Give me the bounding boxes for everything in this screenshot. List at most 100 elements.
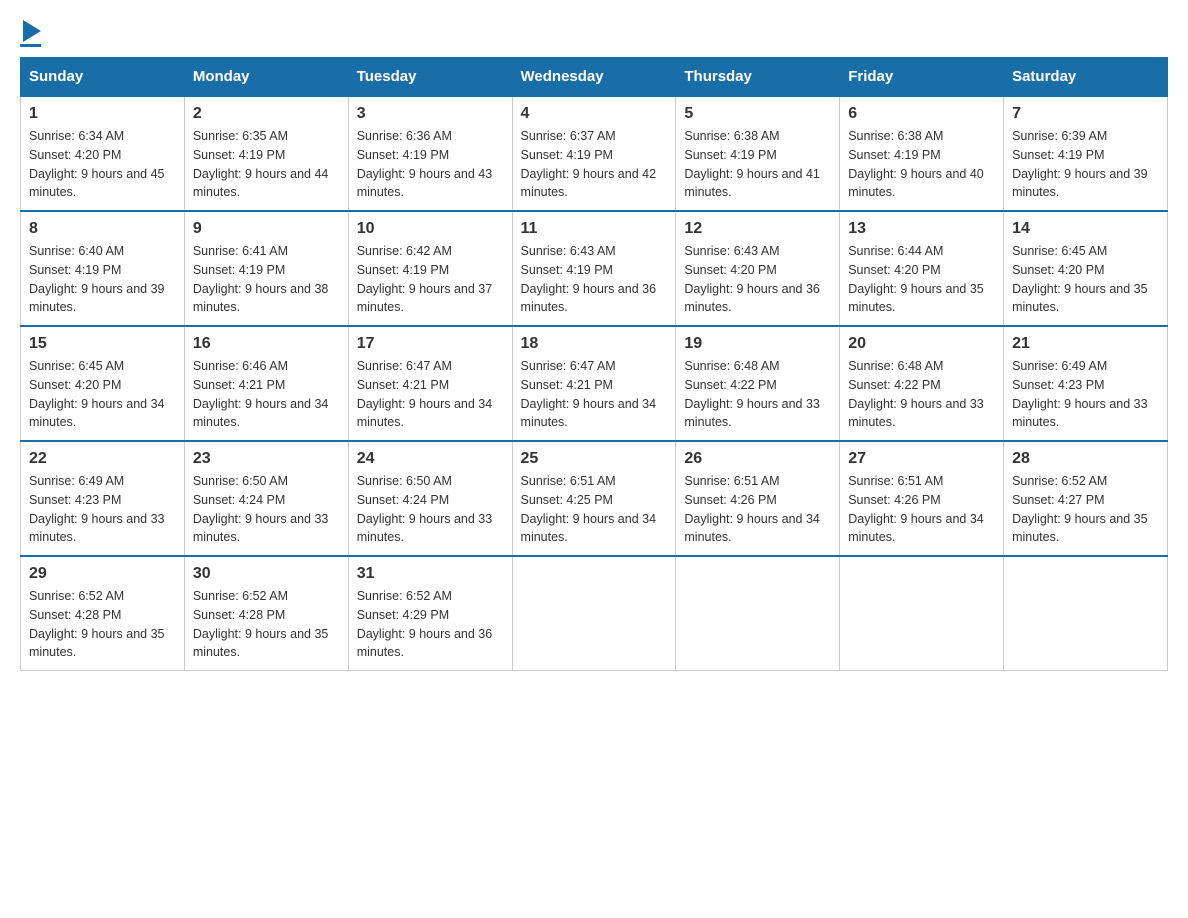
- day-number: 29: [29, 565, 176, 583]
- calendar-day-cell: 15 Sunrise: 6:45 AMSunset: 4:20 PMDaylig…: [21, 326, 185, 441]
- calendar-day-cell: 5 Sunrise: 6:38 AMSunset: 4:19 PMDayligh…: [676, 96, 840, 211]
- calendar-day-cell: 24 Sunrise: 6:50 AMSunset: 4:24 PMDaylig…: [348, 441, 512, 556]
- day-info: Sunrise: 6:52 AMSunset: 4:27 PMDaylight:…: [1012, 474, 1148, 544]
- logo: [20, 20, 41, 47]
- day-number: 26: [684, 450, 831, 468]
- calendar-day-cell: 9 Sunrise: 6:41 AMSunset: 4:19 PMDayligh…: [184, 211, 348, 326]
- calendar-day-cell: 2 Sunrise: 6:35 AMSunset: 4:19 PMDayligh…: [184, 96, 348, 211]
- day-number: 10: [357, 220, 504, 238]
- weekday-header-saturday: Saturday: [1004, 58, 1168, 97]
- day-info: Sunrise: 6:38 AMSunset: 4:19 PMDaylight:…: [684, 129, 820, 199]
- calendar-day-cell: 11 Sunrise: 6:43 AMSunset: 4:19 PMDaylig…: [512, 211, 676, 326]
- calendar-day-cell: 29 Sunrise: 6:52 AMSunset: 4:28 PMDaylig…: [21, 556, 185, 671]
- day-number: 28: [1012, 450, 1159, 468]
- day-info: Sunrise: 6:51 AMSunset: 4:26 PMDaylight:…: [848, 474, 984, 544]
- day-number: 9: [193, 220, 340, 238]
- calendar-day-cell: 10 Sunrise: 6:42 AMSunset: 4:19 PMDaylig…: [348, 211, 512, 326]
- day-number: 6: [848, 105, 995, 123]
- calendar-day-cell: 20 Sunrise: 6:48 AMSunset: 4:22 PMDaylig…: [840, 326, 1004, 441]
- day-number: 5: [684, 105, 831, 123]
- calendar-day-cell: [840, 556, 1004, 671]
- weekday-header-tuesday: Tuesday: [348, 58, 512, 97]
- logo-underline: [20, 44, 41, 47]
- calendar-week-row: 15 Sunrise: 6:45 AMSunset: 4:20 PMDaylig…: [21, 326, 1168, 441]
- calendar-day-cell: 21 Sunrise: 6:49 AMSunset: 4:23 PMDaylig…: [1004, 326, 1168, 441]
- calendar-day-cell: 31 Sunrise: 6:52 AMSunset: 4:29 PMDaylig…: [348, 556, 512, 671]
- day-info: Sunrise: 6:52 AMSunset: 4:29 PMDaylight:…: [357, 589, 493, 659]
- calendar-day-cell: 14 Sunrise: 6:45 AMSunset: 4:20 PMDaylig…: [1004, 211, 1168, 326]
- calendar-day-cell: [512, 556, 676, 671]
- calendar-day-cell: 19 Sunrise: 6:48 AMSunset: 4:22 PMDaylig…: [676, 326, 840, 441]
- calendar-day-cell: 12 Sunrise: 6:43 AMSunset: 4:20 PMDaylig…: [676, 211, 840, 326]
- calendar-week-row: 8 Sunrise: 6:40 AMSunset: 4:19 PMDayligh…: [21, 211, 1168, 326]
- day-number: 17: [357, 335, 504, 353]
- day-info: Sunrise: 6:39 AMSunset: 4:19 PMDaylight:…: [1012, 129, 1148, 199]
- day-info: Sunrise: 6:49 AMSunset: 4:23 PMDaylight:…: [29, 474, 165, 544]
- day-info: Sunrise: 6:34 AMSunset: 4:20 PMDaylight:…: [29, 129, 165, 199]
- calendar-day-cell: [1004, 556, 1168, 671]
- day-info: Sunrise: 6:49 AMSunset: 4:23 PMDaylight:…: [1012, 359, 1148, 429]
- day-info: Sunrise: 6:52 AMSunset: 4:28 PMDaylight:…: [29, 589, 165, 659]
- day-number: 1: [29, 105, 176, 123]
- day-info: Sunrise: 6:45 AMSunset: 4:20 PMDaylight:…: [29, 359, 165, 429]
- day-number: 3: [357, 105, 504, 123]
- calendar-day-cell: 13 Sunrise: 6:44 AMSunset: 4:20 PMDaylig…: [840, 211, 1004, 326]
- calendar-day-cell: 25 Sunrise: 6:51 AMSunset: 4:25 PMDaylig…: [512, 441, 676, 556]
- weekday-header-wednesday: Wednesday: [512, 58, 676, 97]
- day-number: 19: [684, 335, 831, 353]
- day-info: Sunrise: 6:51 AMSunset: 4:26 PMDaylight:…: [684, 474, 820, 544]
- calendar-day-cell: [676, 556, 840, 671]
- day-number: 31: [357, 565, 504, 583]
- calendar-day-cell: 22 Sunrise: 6:49 AMSunset: 4:23 PMDaylig…: [21, 441, 185, 556]
- calendar-week-row: 29 Sunrise: 6:52 AMSunset: 4:28 PMDaylig…: [21, 556, 1168, 671]
- calendar-day-cell: 4 Sunrise: 6:37 AMSunset: 4:19 PMDayligh…: [512, 96, 676, 211]
- day-info: Sunrise: 6:50 AMSunset: 4:24 PMDaylight:…: [357, 474, 493, 544]
- day-info: Sunrise: 6:51 AMSunset: 4:25 PMDaylight:…: [521, 474, 657, 544]
- day-number: 27: [848, 450, 995, 468]
- day-number: 7: [1012, 105, 1159, 123]
- calendar-day-cell: 18 Sunrise: 6:47 AMSunset: 4:21 PMDaylig…: [512, 326, 676, 441]
- calendar-day-cell: 8 Sunrise: 6:40 AMSunset: 4:19 PMDayligh…: [21, 211, 185, 326]
- weekday-header-friday: Friday: [840, 58, 1004, 97]
- calendar-day-cell: 16 Sunrise: 6:46 AMSunset: 4:21 PMDaylig…: [184, 326, 348, 441]
- day-number: 15: [29, 335, 176, 353]
- calendar-week-row: 1 Sunrise: 6:34 AMSunset: 4:20 PMDayligh…: [21, 96, 1168, 211]
- calendar-day-cell: 17 Sunrise: 6:47 AMSunset: 4:21 PMDaylig…: [348, 326, 512, 441]
- day-number: 30: [193, 565, 340, 583]
- day-number: 2: [193, 105, 340, 123]
- day-info: Sunrise: 6:47 AMSunset: 4:21 PMDaylight:…: [521, 359, 657, 429]
- day-number: 20: [848, 335, 995, 353]
- weekday-header-thursday: Thursday: [676, 58, 840, 97]
- day-info: Sunrise: 6:52 AMSunset: 4:28 PMDaylight:…: [193, 589, 329, 659]
- day-number: 11: [521, 220, 668, 238]
- calendar-day-cell: 6 Sunrise: 6:38 AMSunset: 4:19 PMDayligh…: [840, 96, 1004, 211]
- calendar-table: SundayMondayTuesdayWednesdayThursdayFrid…: [20, 57, 1168, 671]
- calendar-day-cell: 1 Sunrise: 6:34 AMSunset: 4:20 PMDayligh…: [21, 96, 185, 211]
- day-number: 18: [521, 335, 668, 353]
- day-info: Sunrise: 6:37 AMSunset: 4:19 PMDaylight:…: [521, 129, 657, 199]
- day-number: 4: [521, 105, 668, 123]
- day-info: Sunrise: 6:50 AMSunset: 4:24 PMDaylight:…: [193, 474, 329, 544]
- day-number: 24: [357, 450, 504, 468]
- page-header: [20, 20, 1168, 47]
- day-number: 13: [848, 220, 995, 238]
- day-info: Sunrise: 6:40 AMSunset: 4:19 PMDaylight:…: [29, 244, 165, 314]
- day-info: Sunrise: 6:35 AMSunset: 4:19 PMDaylight:…: [193, 129, 329, 199]
- weekday-header-row: SundayMondayTuesdayWednesdayThursdayFrid…: [21, 58, 1168, 97]
- calendar-day-cell: 7 Sunrise: 6:39 AMSunset: 4:19 PMDayligh…: [1004, 96, 1168, 211]
- day-number: 8: [29, 220, 176, 238]
- day-info: Sunrise: 6:36 AMSunset: 4:19 PMDaylight:…: [357, 129, 493, 199]
- calendar-day-cell: 3 Sunrise: 6:36 AMSunset: 4:19 PMDayligh…: [348, 96, 512, 211]
- calendar-day-cell: 27 Sunrise: 6:51 AMSunset: 4:26 PMDaylig…: [840, 441, 1004, 556]
- day-number: 25: [521, 450, 668, 468]
- day-info: Sunrise: 6:46 AMSunset: 4:21 PMDaylight:…: [193, 359, 329, 429]
- day-info: Sunrise: 6:42 AMSunset: 4:19 PMDaylight:…: [357, 244, 493, 314]
- day-info: Sunrise: 6:48 AMSunset: 4:22 PMDaylight:…: [684, 359, 820, 429]
- calendar-day-cell: 26 Sunrise: 6:51 AMSunset: 4:26 PMDaylig…: [676, 441, 840, 556]
- day-info: Sunrise: 6:48 AMSunset: 4:22 PMDaylight:…: [848, 359, 984, 429]
- day-number: 14: [1012, 220, 1159, 238]
- day-number: 16: [193, 335, 340, 353]
- day-info: Sunrise: 6:43 AMSunset: 4:20 PMDaylight:…: [684, 244, 820, 314]
- weekday-header-monday: Monday: [184, 58, 348, 97]
- day-number: 22: [29, 450, 176, 468]
